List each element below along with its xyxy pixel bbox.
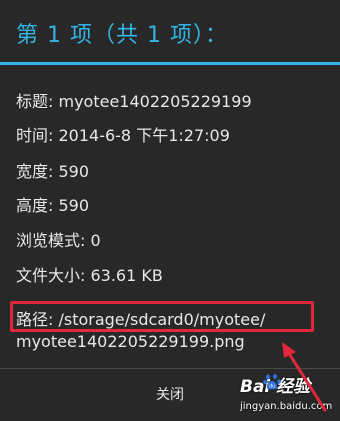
title-divider: [0, 62, 340, 65]
details-dialog: 第 1 项（共 1 项）： 标题: myotee1402205229199 时间…: [0, 0, 340, 421]
detail-height: 高度: 590: [16, 196, 90, 215]
detail-path-continued: myotee1402205229199.png: [16, 332, 245, 351]
detail-file-size: 文件大小: 63.61 KB: [16, 266, 163, 285]
dialog-title-bar: 第 1 项（共 1 项）：: [0, 0, 340, 62]
path-highlight-box: [10, 301, 314, 332]
detail-title: 标题: myotee1402205229199: [16, 92, 252, 111]
detail-width: 宽度: 590: [16, 162, 90, 181]
detail-browse-mode: 浏览模式: 0: [16, 231, 101, 250]
dialog-title: 第 1 项（共 1 项）：: [16, 23, 228, 48]
red-arrow-icon: [282, 342, 327, 412]
detail-time: 时间: 2014-6-8 下午1:27:09: [16, 126, 230, 145]
